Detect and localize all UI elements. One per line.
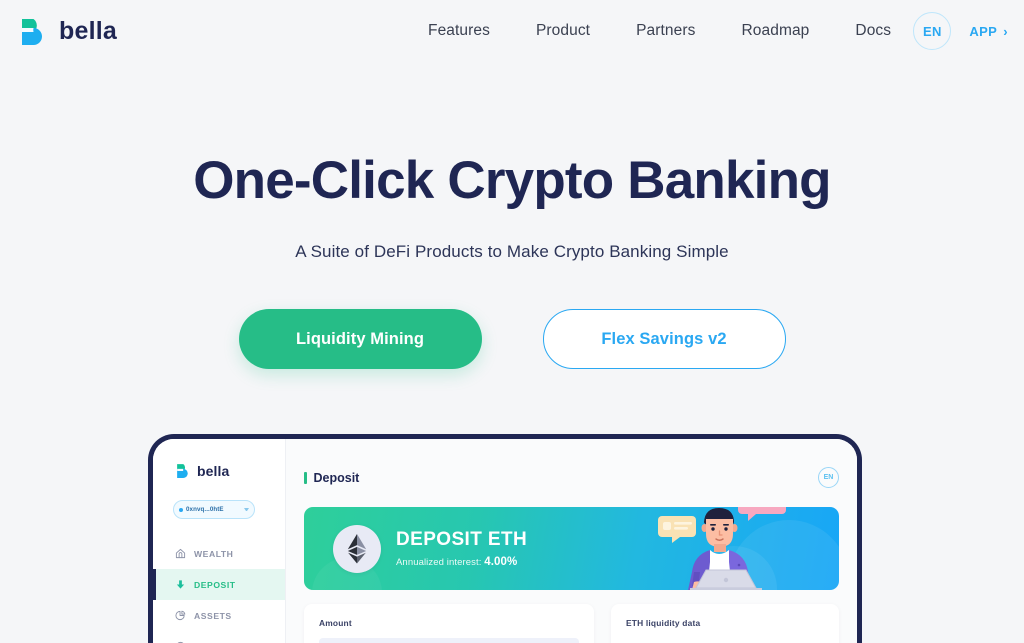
nav-link-roadmap[interactable]: Roadmap [718, 22, 832, 40]
interest-label: Annualized interest: [396, 557, 482, 568]
liquidity-data-card: ETH liquidity data [611, 604, 839, 643]
home-icon [174, 548, 186, 560]
nav-link-partners[interactable]: Partners [613, 22, 718, 40]
app-preview-screen: bella 0xnvq...0htE WEALTH DEPOSIT ASSETS… [153, 439, 857, 643]
hero-subtitle: A Suite of DeFi Products to Make Crypto … [295, 242, 729, 262]
amount-card-label: Amount [319, 618, 352, 628]
wallet-address-label: 0xnvq...0htE [186, 506, 224, 513]
sidebar-item-assets[interactable]: ASSETS [153, 600, 285, 631]
page-title: One-Click Crypto Banking [193, 151, 831, 210]
banner-title: DEPOSIT ETH [396, 529, 528, 550]
interest-value: 4.00% [484, 556, 518, 568]
sidebar-item-deposit[interactable]: DEPOSIT [153, 569, 285, 600]
app-main-panel: Deposit EN DEPOSIT ETH Annualized intere… [286, 439, 857, 643]
arrow-down-icon [174, 579, 186, 591]
sidebar-item-label: WEALTH [194, 548, 234, 559]
bella-logo-icon-small [175, 462, 192, 479]
hero-section: One-Click Crypto Banking A Suite of DeFi… [0, 62, 1024, 370]
title-accent-bar [304, 471, 307, 484]
liquidity-card-label: ETH liquidity data [626, 618, 701, 628]
nav-links: Features Product Partners Roadmap Docs [405, 0, 914, 62]
sidebar-item-label: ASSETS [194, 610, 232, 621]
app-link-label: APP [969, 23, 998, 39]
app-preview-device-frame: bella 0xnvq...0htE WEALTH DEPOSIT ASSETS… [148, 434, 862, 643]
sidebar-item-label: DEPOSIT [194, 579, 236, 590]
app-brand-wordmark: bella [197, 462, 230, 479]
app-language-selector[interactable]: EN [818, 467, 839, 488]
bella-logo-icon [18, 15, 50, 47]
nav-link-docs[interactable]: Docs [832, 22, 914, 40]
app-link[interactable]: APP › [969, 24, 1008, 39]
banner-subtitle: Annualized interest: 4.00% [396, 556, 527, 568]
app-content-header: Deposit EN [304, 467, 839, 488]
app-page-title: Deposit [313, 470, 360, 485]
wallet-address-chip[interactable]: 0xnvq...0htE [173, 500, 255, 519]
app-sidebar-menu: WEALTH DEPOSIT ASSETS [153, 538, 285, 643]
language-selector[interactable]: EN [913, 12, 952, 50]
nav-link-features[interactable]: Features [405, 22, 513, 40]
app-page-title-group: Deposit [304, 471, 359, 485]
deposit-banner[interactable]: DEPOSIT ETH Annualized interest: 4.00% [304, 507, 839, 590]
top-navbar: bella Features Product Partners Roadmap … [0, 0, 1024, 62]
app-bottom-cards: Amount ETH liquidity data [304, 604, 839, 643]
wallet-status-dot [179, 507, 183, 512]
liquidity-mining-button[interactable]: Liquidity Mining [238, 309, 482, 370]
app-brand-logo[interactable]: bella [153, 462, 285, 479]
chevron-down-icon [244, 508, 249, 511]
sidebar-item-withdraw[interactable]: WITHDRAW [153, 631, 285, 643]
app-sidebar: bella 0xnvq...0htE WEALTH DEPOSIT ASSETS [153, 439, 286, 643]
hero-cta-group: Liquidity Mining Flex Savings v2 [0, 309, 1024, 370]
pie-chart-icon [174, 610, 186, 622]
flex-savings-button[interactable]: Flex Savings v2 [542, 309, 786, 370]
brand-wordmark: bella [59, 16, 117, 45]
amount-card: Amount [304, 604, 594, 643]
chevron-right-icon: › [1003, 23, 1008, 39]
sidebar-item-wealth[interactable]: WEALTH [153, 538, 285, 569]
nav-link-product[interactable]: Product [513, 22, 613, 40]
ethereum-icon [333, 524, 381, 573]
amount-input[interactable] [319, 638, 579, 643]
nav-right-group: EN APP › [913, 0, 1008, 62]
brand-logo[interactable]: bella [18, 15, 117, 47]
banner-text-group: DEPOSIT ETH Annualized interest: 4.00% [396, 529, 527, 568]
